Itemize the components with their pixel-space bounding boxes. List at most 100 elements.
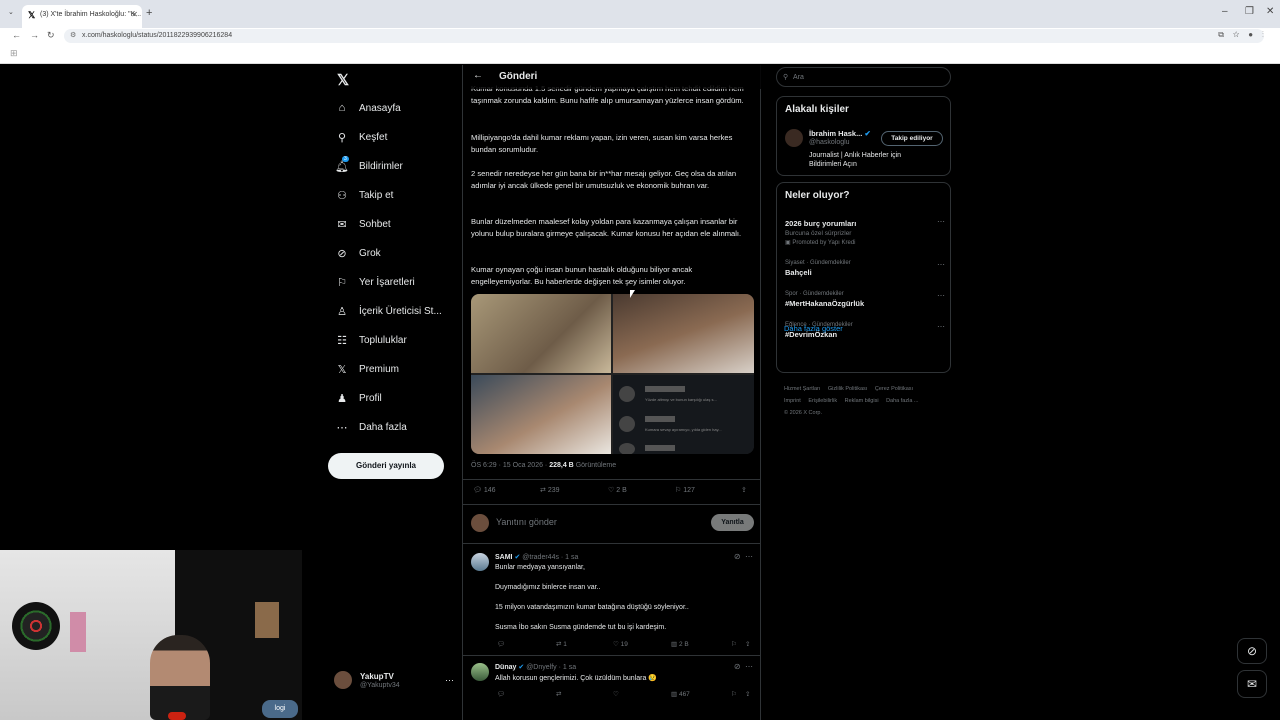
nav-chat[interactable]: ✉ Sohbet bbox=[334, 213, 390, 235]
apps-grid-icon[interactable]: ⊞ bbox=[10, 48, 18, 59]
back-arrow-icon[interactable]: ← bbox=[473, 70, 483, 81]
trend-subtitle: Burcuna özel sürprizler bbox=[785, 230, 852, 237]
nav-grok[interactable]: ⊘ Grok bbox=[334, 242, 381, 264]
repost-count: 1 bbox=[563, 641, 567, 648]
window-close-icon[interactable]: ✕ bbox=[1266, 6, 1274, 17]
bookmark-icon[interactable]: ⚐ bbox=[731, 690, 737, 698]
footer-link[interactable]: Erişilebilirlik bbox=[808, 398, 837, 404]
footer-link[interactable]: Reklam bilgisi bbox=[845, 398, 879, 404]
nav-bookmarks[interactable]: ⚐ Yer İşaretleri bbox=[334, 271, 415, 293]
install-icon[interactable]: ⧉ bbox=[1218, 30, 1224, 39]
avatar[interactable] bbox=[471, 553, 489, 571]
share-action[interactable]: ⇪ bbox=[741, 486, 747, 494]
nav-premium[interactable]: 𝕏 Premium bbox=[334, 358, 399, 380]
avatar[interactable] bbox=[785, 129, 803, 147]
post-button[interactable]: Gönderi yayınla bbox=[328, 453, 444, 479]
minimize-icon[interactable]: – bbox=[1222, 6, 1228, 17]
nav-home[interactable]: ⌂ Anasayfa bbox=[334, 97, 401, 119]
media-image[interactable] bbox=[471, 375, 611, 454]
nav-explore[interactable]: ⚲ Keşfet bbox=[334, 126, 387, 148]
more-icon[interactable]: ⋯ bbox=[937, 291, 945, 300]
tab-close-icon[interactable]: ✕ bbox=[131, 10, 138, 19]
bookmark-star-icon[interactable]: ☆ bbox=[1233, 30, 1240, 39]
menu-icon[interactable]: ⋮ bbox=[1262, 30, 1264, 39]
more-icon[interactable]: ⋯ bbox=[937, 322, 945, 331]
repost-action[interactable]: ⇄ 239 bbox=[540, 486, 560, 494]
author-name[interactable]: SAMI bbox=[495, 554, 513, 561]
footer-link[interactable]: Imprint bbox=[784, 398, 801, 404]
media-image[interactable] bbox=[471, 294, 611, 373]
reload-icon[interactable]: ↻ bbox=[47, 30, 55, 41]
views-action[interactable]: ▥ 2 B bbox=[671, 640, 689, 648]
reply-input[interactable]: Yanıtını gönder bbox=[496, 517, 557, 527]
share-icon[interactable]: ⇪ bbox=[745, 640, 750, 648]
like-action[interactable]: ♡ 2 B bbox=[608, 486, 627, 494]
bookmark-action[interactable]: ⚐ 127 bbox=[675, 486, 695, 494]
reply-button[interactable]: Yanıtla bbox=[711, 514, 754, 531]
bookmark-icon[interactable]: ⚐ bbox=[731, 640, 737, 648]
account-more-icon[interactable]: ⋯ bbox=[445, 675, 454, 686]
account-switcher[interactable]: YakupTV @Yakuptv34 ⋯ bbox=[334, 669, 454, 693]
media-image[interactable]: Yüzde altmışı ve bunun karşılığı ulaş s.… bbox=[613, 375, 754, 454]
reply-icon[interactable]: 💬︎ bbox=[497, 690, 505, 698]
following-button[interactable]: Takip ediliyor bbox=[881, 131, 943, 146]
footer-link[interactable]: Daha fazla ... bbox=[886, 398, 918, 404]
footer-link[interactable]: Çerez Politikası bbox=[875, 386, 913, 392]
post-media-grid[interactable]: Yüzde altmışı ve bunun karşılığı ulaş s.… bbox=[471, 294, 754, 454]
maximize-icon[interactable]: ❐ bbox=[1245, 6, 1254, 17]
blurred-name bbox=[645, 416, 675, 422]
trend-item[interactable]: Spor · Gündemdekiler #MertHakanaÖzgürlük… bbox=[785, 291, 945, 308]
nav-more[interactable]: ⋯ Daha fazla bbox=[334, 416, 407, 438]
heart-icon: ♡ bbox=[608, 487, 615, 494]
heart-icon[interactable]: ♡ bbox=[613, 690, 619, 698]
media-image[interactable] bbox=[613, 294, 754, 373]
reply-count: 146 bbox=[483, 487, 496, 494]
nav-notifications[interactable]: 🔔︎ 3 Bildirimler bbox=[334, 155, 403, 177]
footer-link[interactable]: Gizlilik Politikası bbox=[828, 386, 867, 392]
reply-tweet[interactable]: Dünay ✔ @Dnyelfy · 1 sa ⊘ ⋯ Allah korusu… bbox=[463, 659, 761, 709]
more-icon[interactable]: ⋯ bbox=[745, 552, 753, 561]
post-timestamp[interactable]: ÖS 6:29 · 15 Oca 2026 · bbox=[471, 462, 549, 469]
repost-icon[interactable]: ⇄ bbox=[556, 690, 561, 698]
reply-tweet[interactable]: SAMI ✔ @trader44s · 1 sa ⊘ ⋯ Bunlar medy… bbox=[463, 549, 761, 653]
address-bar[interactable]: ⚙ x.com/haskologlu/status/20118229399062… bbox=[64, 29, 1264, 43]
tab-search-icon[interactable]: ⌄ bbox=[8, 8, 14, 16]
avatar bbox=[619, 386, 635, 402]
trend-item[interactable]: 2026 burç yorumları Burcuna özel sürpriz… bbox=[785, 217, 945, 246]
trend-item[interactable]: Siyaset · Gündemdekiler Bahçeli ⋯ bbox=[785, 260, 945, 277]
avatar[interactable] bbox=[471, 663, 489, 681]
mouse-cursor bbox=[630, 290, 635, 298]
nav-label: Takip et bbox=[359, 189, 394, 201]
new-tab-button[interactable]: + bbox=[146, 7, 152, 19]
reply-icon[interactable]: 💬︎ bbox=[497, 640, 505, 648]
repost-action[interactable]: ⇄ 1 bbox=[556, 640, 567, 648]
person-name[interactable]: İbrahim Hask... ✔ bbox=[809, 129, 871, 138]
grok-floating-button[interactable]: ⊘ bbox=[1237, 638, 1267, 664]
nav-label: Profil bbox=[359, 392, 382, 404]
messages-floating-button[interactable]: ✉ bbox=[1237, 670, 1267, 698]
more-icon[interactable]: ⋯ bbox=[745, 662, 753, 671]
nav-profile[interactable]: ♟ Profil bbox=[334, 387, 382, 409]
author-name[interactable]: Dünay bbox=[495, 664, 516, 671]
share-icon[interactable]: ⇪ bbox=[745, 690, 750, 698]
back-icon[interactable]: ← bbox=[12, 30, 21, 40]
forward-icon[interactable]: → bbox=[30, 30, 39, 40]
like-action[interactable]: ♡ 19 bbox=[613, 640, 628, 648]
views-action[interactable]: ▥ 467 bbox=[671, 690, 690, 698]
grok-icon[interactable]: ⊘ bbox=[734, 552, 741, 561]
show-more-link[interactable]: Daha fazla göster bbox=[784, 324, 843, 333]
footer-link[interactable]: Hizmet Şartları bbox=[784, 386, 820, 392]
search-input[interactable]: ⚲ Ara bbox=[776, 67, 951, 87]
x-logo-icon[interactable]: 𝕏 bbox=[337, 71, 349, 89]
grok-icon[interactable]: ⊘ bbox=[734, 662, 741, 671]
nav-creator-studio[interactable]: ♙ İçerik Üreticisi St... bbox=[334, 300, 442, 322]
nav-follow[interactable]: ⚇ Takip et bbox=[334, 184, 393, 206]
nav-communities[interactable]: ☷ Topluluklar bbox=[334, 329, 407, 351]
nav-label: Grok bbox=[359, 247, 381, 259]
profile-avatar-icon[interactable]: ● bbox=[1248, 30, 1253, 39]
more-icon[interactable]: ⋯ bbox=[937, 217, 945, 226]
browser-tab[interactable]: 𝕏 (3) X'te İbrahim Haskoloğlu: "K... ✕ bbox=[22, 5, 142, 28]
reply-action[interactable]: 💬︎ 146 bbox=[473, 486, 496, 494]
more-icon[interactable]: ⋯ bbox=[937, 260, 945, 269]
site-info-icon[interactable]: ⚙ bbox=[70, 31, 76, 39]
